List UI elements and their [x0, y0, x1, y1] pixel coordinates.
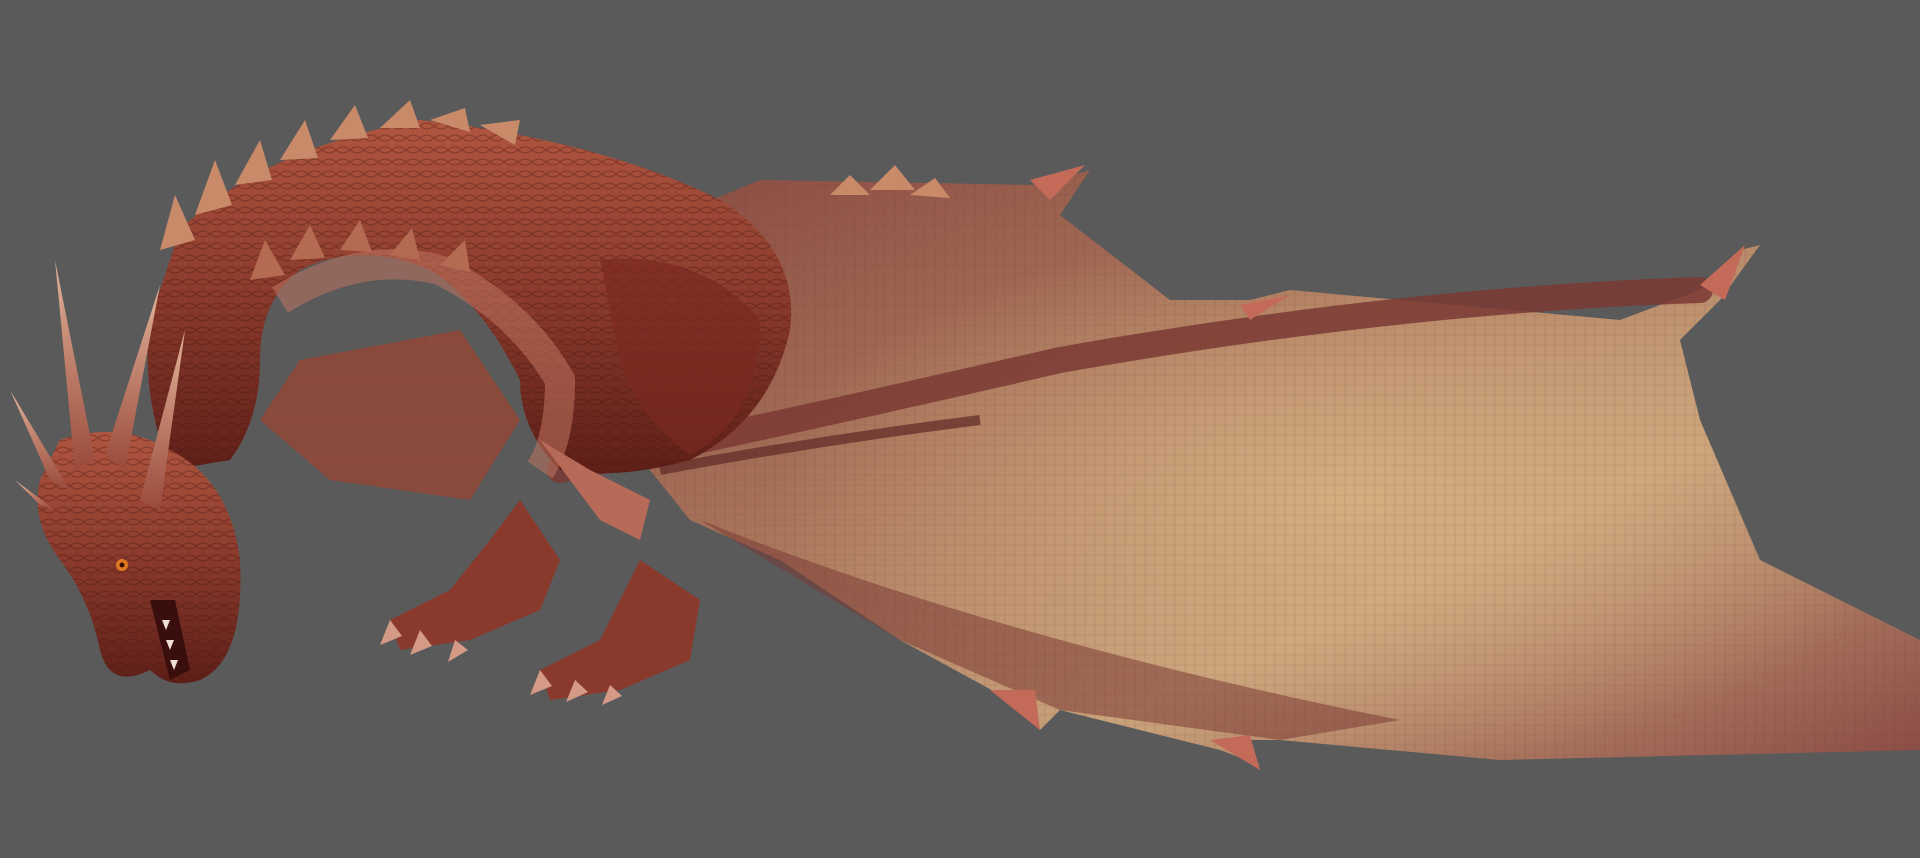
front-legs: [390, 500, 700, 700]
render-viewport[interactable]: [0, 0, 1920, 858]
dragon-head: [37, 432, 241, 684]
dragon-render: [10, 100, 1920, 770]
